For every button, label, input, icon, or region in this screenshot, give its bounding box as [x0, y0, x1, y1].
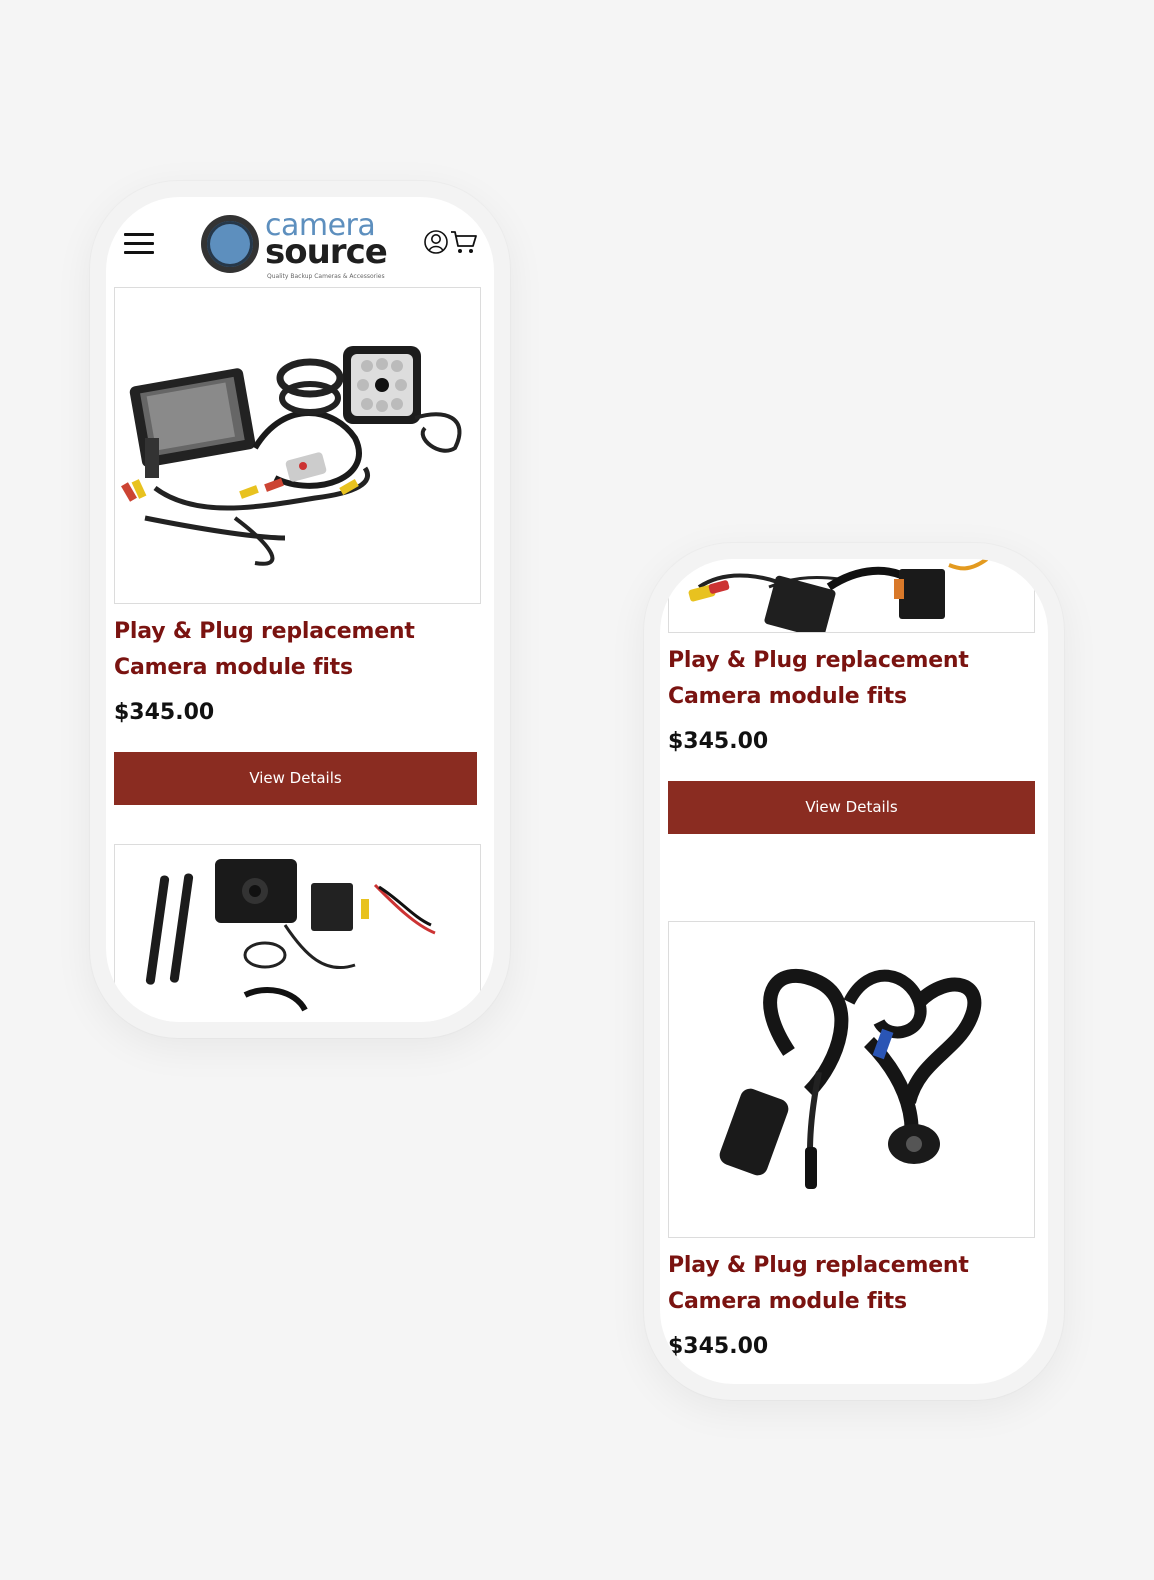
- product-image[interactable]: [668, 921, 1035, 1238]
- view-details-button[interactable]: View Details: [114, 752, 477, 805]
- cart-icon[interactable]: [450, 229, 478, 255]
- phone-screen-left: camera source Quality Backup Cameras & A…: [106, 197, 494, 1022]
- harness-adapter-image: [688, 559, 989, 632]
- hamburger-menu-icon[interactable]: [124, 233, 154, 255]
- view-details-button[interactable]: View Details: [668, 781, 1035, 834]
- logo-tagline: Quality Backup Cameras & Accessories: [267, 273, 385, 280]
- logo-word-source: source: [265, 232, 388, 272]
- product-image[interactable]: [668, 559, 1035, 633]
- logo-lens-icon: [201, 215, 259, 273]
- phone-screen-right: Play & Plug replacement Camera module fi…: [660, 559, 1048, 1384]
- mockup-stage: camera source Quality Backup Cameras & A…: [0, 0, 1154, 1580]
- site-logo[interactable]: camera source Quality Backup Cameras & A…: [201, 211, 397, 280]
- monitor-camera-kit-image: [121, 346, 462, 566]
- product-image[interactable]: [114, 844, 481, 1022]
- phone-mockup-right: Play & Plug replacement Camera module fi…: [644, 543, 1064, 1400]
- product-card: Play & Plug replacement Camera module fi…: [114, 287, 481, 805]
- camera-harness-image: [719, 968, 982, 1189]
- phone-mockup-left: camera source Quality Backup Cameras & A…: [90, 181, 510, 1038]
- product-title[interactable]: Play & Plug replacement Camera module fi…: [668, 1248, 1035, 1320]
- product-card: [114, 844, 481, 1022]
- product-title[interactable]: Play & Plug replacement Camera module fi…: [114, 614, 481, 686]
- product-price: $345.00: [668, 729, 769, 754]
- product-image[interactable]: [114, 287, 481, 604]
- product-price: $345.00: [114, 700, 215, 725]
- wireless-camera-kit-image: [145, 859, 436, 1012]
- user-icon[interactable]: [424, 229, 448, 255]
- product-card: Play & Plug replacement Camera module fi…: [668, 559, 1035, 834]
- product-title[interactable]: Play & Plug replacement Camera module fi…: [668, 643, 1035, 715]
- product-price: $345.00: [668, 1334, 769, 1359]
- header-actions: [424, 229, 480, 259]
- product-card: Play & Plug replacement Camera module fi…: [668, 921, 1035, 1362]
